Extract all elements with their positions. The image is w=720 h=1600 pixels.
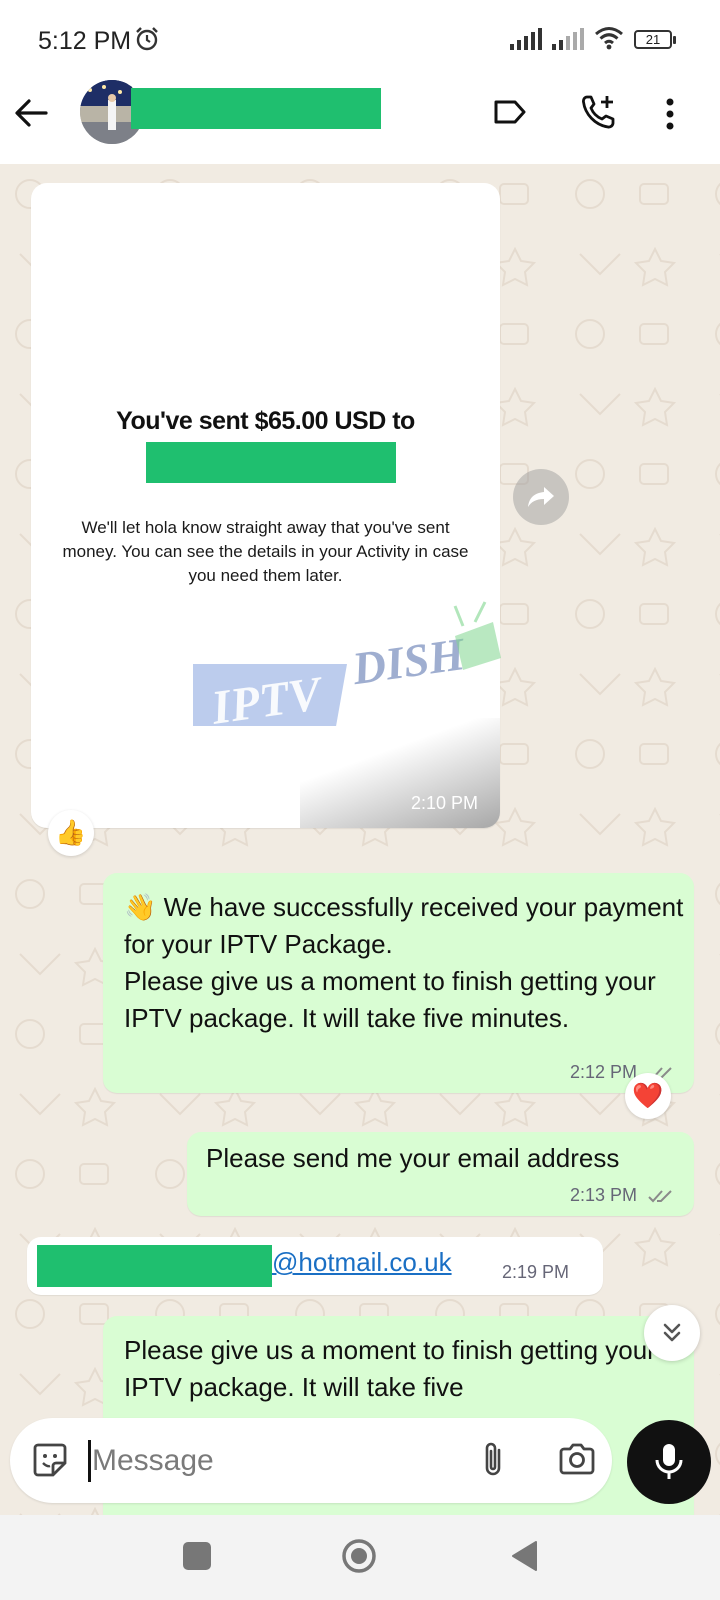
text-cursor [88, 1440, 91, 1482]
microphone-button[interactable] [627, 1420, 711, 1504]
forward-button[interactable] [513, 469, 569, 525]
incoming-message[interactable]: @hotmail.co.uk 2:19 PM [27, 1237, 603, 1295]
reaction-thumbs-up[interactable]: 👍 [48, 810, 94, 856]
paperclip-icon[interactable] [480, 1440, 506, 1485]
alarm-icon [134, 26, 160, 57]
watermark-logo: IPTV DISH [193, 601, 501, 735]
wifi-icon [594, 26, 624, 55]
status-bar: 5:12 PM 21 [0, 0, 720, 78]
chat-area[interactable]: You've sent $65.00 USD to We'll let hola… [0, 164, 720, 1515]
wave-emoji: 👋 [124, 892, 157, 922]
contact-name-redacted[interactable] [131, 88, 381, 129]
image-title: You've sent $65.00 USD to [116, 407, 415, 435]
more-vertical-icon[interactable] [666, 98, 674, 135]
arrow-left-icon[interactable] [14, 98, 48, 133]
watermark-right: DISH [348, 628, 469, 694]
image-description: We'll let hola know straight away that y… [62, 518, 469, 585]
message-text: Please give us a moment to finish gettin… [124, 1335, 656, 1402]
message-body: We have successfully received your payme… [124, 892, 684, 1033]
message-time: 2:19 PM [501, 1262, 569, 1282]
camera-icon[interactable] [558, 1443, 596, 1480]
message-time: 2:10 PM [410, 793, 478, 813]
message-input[interactable] [92, 1438, 452, 1484]
system-nav-bar [0, 1515, 720, 1600]
recipient-redacted [146, 442, 396, 483]
message-composer [10, 1418, 612, 1503]
signal-icon [510, 28, 544, 55]
recents-button[interactable] [183, 1542, 211, 1570]
label-tag-icon[interactable] [493, 98, 527, 131]
sticker-icon[interactable] [32, 1442, 68, 1483]
message-time: 2:12 PM [569, 1062, 637, 1082]
email-link[interactable]: @hotmail.co.uk [272, 1247, 452, 1278]
battery-icon: 21 [634, 30, 676, 49]
scroll-to-bottom-button[interactable] [644, 1305, 700, 1361]
message-text: Please send me your email address [206, 1143, 620, 1173]
chat-header [0, 78, 720, 164]
double-check-icon [648, 1190, 672, 1203]
add-call-icon[interactable] [581, 94, 617, 135]
outgoing-message[interactable]: 👋 We have successfully received your pay… [103, 873, 694, 1093]
back-triangle-icon[interactable] [510, 1540, 538, 1577]
message-time: 2:13 PM [569, 1185, 637, 1205]
email-user-redacted [37, 1245, 272, 1287]
message-meta: 2:13 PM [570, 1185, 674, 1206]
outgoing-message[interactable]: Please send me your email address 2:13 P… [187, 1132, 694, 1216]
message-text: 👋 We have successfully received your pay… [124, 889, 684, 1037]
reaction-heart[interactable]: ❤️ [625, 1073, 671, 1119]
signal-icon-2 [552, 28, 586, 55]
home-button[interactable] [341, 1538, 377, 1579]
status-time: 5:12 PM [38, 27, 132, 55]
